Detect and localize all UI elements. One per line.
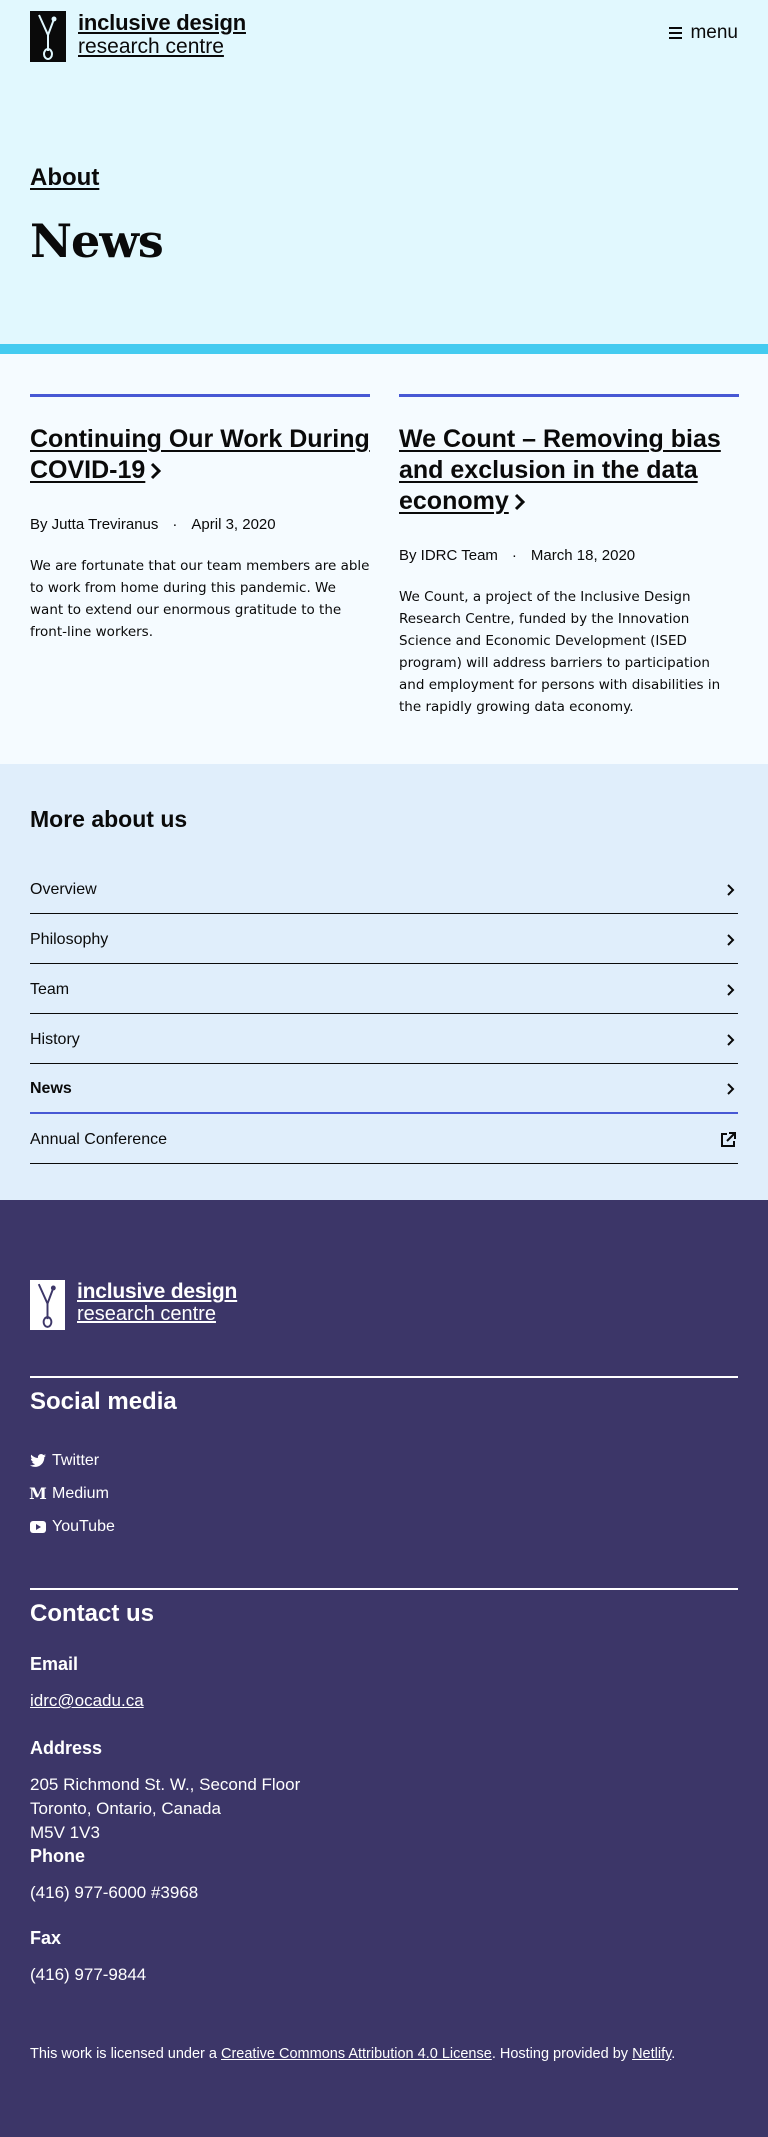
- contact-address: Address 205 Richmond St. W., Second Floo…: [30, 1738, 300, 1845]
- twitter-icon: [30, 1454, 46, 1468]
- social-label: YouTube: [52, 1517, 115, 1535]
- news-author: By IDRC Team: [399, 547, 498, 564]
- news-title-link[interactable]: We Count – Removing bias and exclusion i…: [399, 425, 721, 515]
- idrc-logo-icon: [30, 1280, 65, 1330]
- youtube-icon: [30, 1520, 46, 1534]
- contact-email: Email idrc@ocadu.ca: [30, 1654, 144, 1713]
- social-link-twitter[interactable]: Twitter: [30, 1444, 115, 1477]
- logo-text-line2: research centre: [77, 1303, 216, 1326]
- license-link[interactable]: Creative Commons Attribution 4.0 License: [221, 2046, 492, 2062]
- meta-separator: ·: [172, 516, 178, 533]
- site-logo-link[interactable]: inclusive design research centre: [30, 10, 246, 62]
- news-excerpt: We are fortunate that our team members a…: [30, 558, 370, 640]
- page-title: News: [30, 214, 164, 268]
- social-link-medium[interactable]: M Medium: [29, 1477, 115, 1510]
- chevron-right-icon: [151, 463, 162, 480]
- address-line: Toronto, Ontario, Canada: [30, 1799, 221, 1818]
- contact-label: Phone: [30, 1846, 86, 1866]
- more-item-label: Team: [30, 980, 70, 998]
- news-title-link[interactable]: Continuing Our Work During COVID-19: [30, 425, 370, 484]
- social-label: Medium: [52, 1484, 109, 1502]
- more-item-overview[interactable]: Overview: [30, 864, 738, 914]
- news-section: Continuing Our Work During COVID-19 By J…: [0, 354, 768, 764]
- social-label: Twitter: [52, 1451, 100, 1469]
- footer-logo-link[interactable]: inclusive design research centre: [30, 1280, 237, 1330]
- more-about-section: More about us Overview Philosophy Team H…: [0, 764, 768, 1200]
- site-footer: inclusive design research centre Social …: [0, 1200, 768, 2137]
- contact-us-title: Contact us: [30, 1600, 155, 1627]
- logo-text-line1: inclusive design: [78, 10, 246, 35]
- contact-fax: Fax (416) 977-9844: [30, 1928, 146, 1987]
- news-meta: By IDRC Team · March 18, 2020: [399, 547, 739, 564]
- news-title: Continuing Our Work During COVID-19: [30, 424, 370, 486]
- meta-separator: ·: [511, 547, 517, 564]
- news-card: We Count – Removing bias and exclusion i…: [399, 394, 739, 718]
- address-line: M5V 1V3: [30, 1823, 100, 1842]
- chevron-right-icon: [727, 1033, 735, 1046]
- footer-divider: [30, 1376, 738, 1378]
- license-notice: This work is licensed under a Creative C…: [30, 2046, 675, 2062]
- email-link[interactable]: idrc@ocadu.ca: [30, 1691, 144, 1710]
- breadcrumb-about[interactable]: About: [30, 164, 99, 192]
- chevron-right-icon: [727, 983, 735, 996]
- more-item-label: Philosophy: [30, 930, 109, 948]
- chevron-right-icon: [727, 933, 735, 946]
- chevron-right-icon: [727, 883, 735, 896]
- more-item-philosophy[interactable]: Philosophy: [30, 914, 738, 964]
- social-link-youtube[interactable]: YouTube: [30, 1510, 115, 1543]
- hero-stripe: [0, 344, 768, 354]
- more-about-list: Overview Philosophy Team History News An…: [30, 864, 738, 1164]
- more-item-history[interactable]: History: [30, 1014, 738, 1064]
- chevron-right-icon: [727, 1083, 735, 1095]
- chevron-right-icon: [514, 494, 525, 511]
- hero: About News: [0, 86, 768, 354]
- footer-divider: [30, 1588, 738, 1590]
- site-header: inclusive design research centre menu: [0, 0, 768, 86]
- more-item-annual-conference[interactable]: Annual Conference: [30, 1114, 738, 1164]
- more-item-label: History: [30, 1030, 80, 1048]
- address-line: 205 Richmond St. W., Second Floor: [30, 1775, 301, 1794]
- license-text: This work is licensed under a: [30, 2046, 221, 2062]
- social-list: Twitter M Medium YouTube: [29, 1444, 115, 1543]
- logo-text-line1: inclusive design: [77, 1280, 238, 1303]
- medium-icon: M: [29, 1484, 47, 1503]
- contact-label: Fax: [30, 1928, 62, 1948]
- more-item-team[interactable]: Team: [30, 964, 738, 1014]
- news-title: We Count – Removing bias and exclusion i…: [399, 424, 739, 517]
- license-text: .: [671, 2046, 676, 2062]
- hamburger-icon: [669, 27, 683, 39]
- more-item-label: News: [30, 1080, 72, 1097]
- more-item-news[interactable]: News: [30, 1064, 738, 1114]
- more-item-label: Overview: [30, 880, 97, 898]
- news-excerpt: We Count, a project of the Inclusive Des…: [399, 589, 721, 715]
- menu-button[interactable]: menu: [669, 22, 738, 44]
- phone-value: (416) 977-6000 #3968: [30, 1883, 199, 1902]
- social-media-title: Social media: [30, 1388, 177, 1415]
- license-text: . Hosting provided by: [491, 2046, 633, 2062]
- contact-phone: Phone (416) 977-6000 #3968: [30, 1846, 198, 1905]
- news-card: Continuing Our Work During COVID-19 By J…: [30, 394, 370, 643]
- menu-label: menu: [690, 22, 738, 43]
- more-about-title: More about us: [30, 806, 188, 832]
- idrc-logo-icon: [30, 11, 66, 62]
- news-date: April 3, 2020: [191, 516, 276, 533]
- news-author: By Jutta Treviranus: [30, 516, 159, 533]
- logo-text-line2: research centre: [78, 35, 224, 59]
- news-date: March 18, 2020: [530, 547, 636, 564]
- netlify-link[interactable]: Netlify: [632, 2046, 671, 2062]
- contact-label: Email: [30, 1654, 79, 1674]
- news-meta: By Jutta Treviranus · April 3, 2020: [30, 516, 370, 533]
- fax-value: (416) 977-9844: [30, 1965, 147, 1984]
- more-item-label: Annual Conference: [30, 1130, 167, 1148]
- external-link-icon: [721, 1131, 736, 1147]
- contact-label: Address: [30, 1738, 103, 1758]
